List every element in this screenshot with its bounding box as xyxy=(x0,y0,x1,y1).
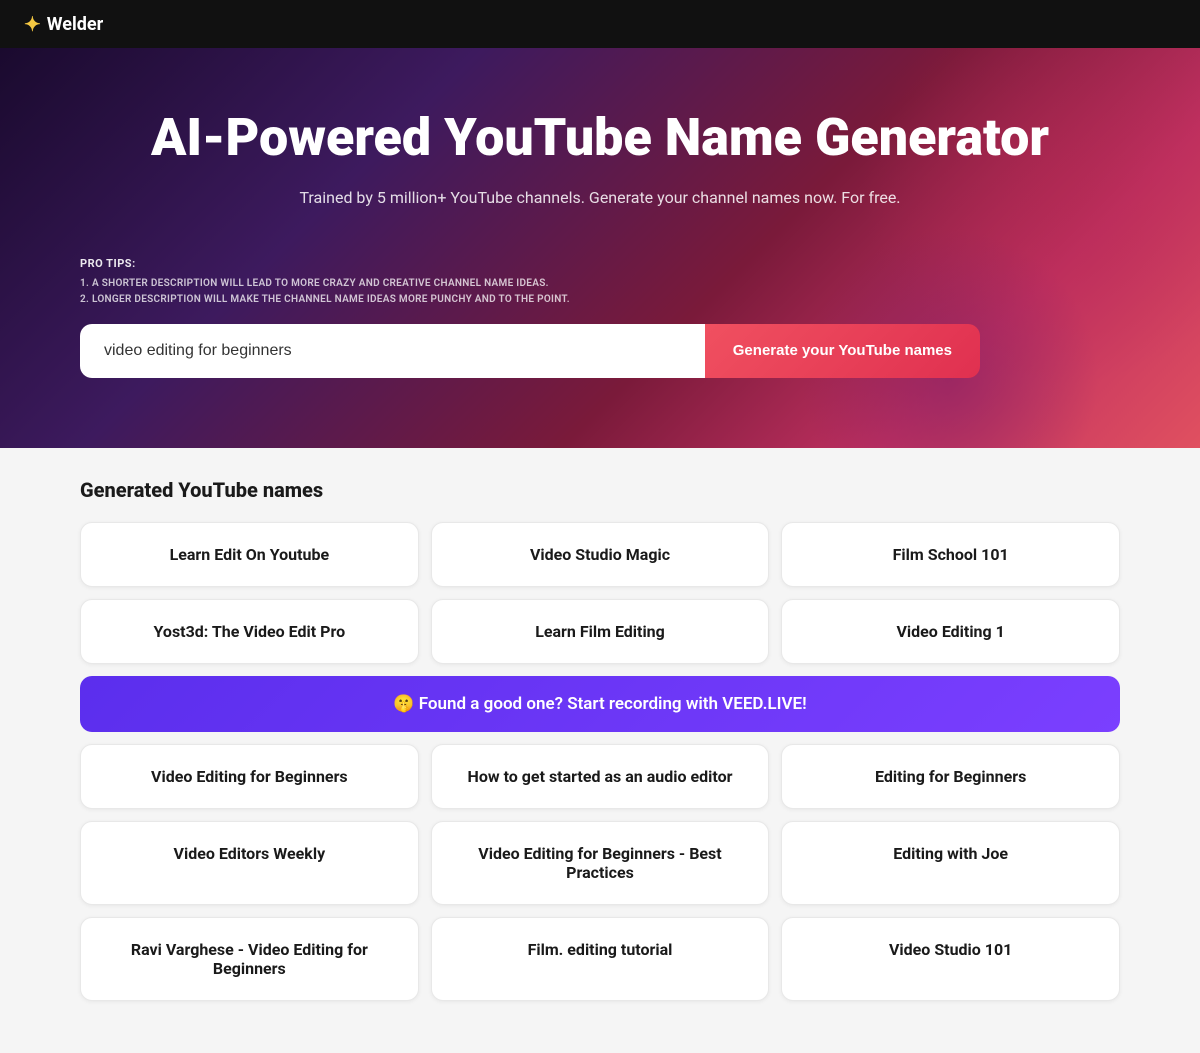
pro-tips: PRO TIPS: 1. A SHORTER DESCRIPTION WILL … xyxy=(80,257,1120,308)
results-section: Generated YouTube names Learn Edit On Yo… xyxy=(0,448,1200,1053)
search-input[interactable] xyxy=(80,324,705,378)
logo: ✦ Welder xyxy=(24,12,103,36)
names-grid-row3: Video Editing for Beginners How to get s… xyxy=(80,744,1120,809)
name-card-6[interactable]: Video Editing 1 xyxy=(781,599,1120,664)
name-card-7[interactable]: Video Editing for Beginners xyxy=(80,744,419,809)
pro-tip-2: 2. LONGER DESCRIPTION WILL MAKE THE CHAN… xyxy=(80,292,1120,308)
generate-button[interactable]: Generate your YouTube names xyxy=(705,324,980,378)
name-card-9[interactable]: Editing for Beginners xyxy=(781,744,1120,809)
name-card-12[interactable]: Editing with Joe xyxy=(781,821,1120,905)
name-card-2[interactable]: Video Studio Magic xyxy=(431,522,770,587)
name-card-15[interactable]: Video Studio 101 xyxy=(781,917,1120,1001)
name-card-10[interactable]: Video Editors Weekly xyxy=(80,821,419,905)
name-card-14[interactable]: Film. editing tutorial xyxy=(431,917,770,1001)
search-row: Generate your YouTube names xyxy=(80,324,980,378)
names-grid-row2: Yost3d: The Video Edit Pro Learn Film Ed… xyxy=(80,599,1120,664)
pro-tips-label: PRO TIPS: xyxy=(80,257,1120,270)
name-card-8[interactable]: How to get started as an audio editor xyxy=(431,744,770,809)
cta-banner[interactable]: 🤫 Found a good one? Start recording with… xyxy=(80,676,1120,732)
names-grid-row4: Video Editors Weekly Video Editing for B… xyxy=(80,821,1120,905)
names-grid-row1: Learn Edit On Youtube Video Studio Magic… xyxy=(80,522,1120,587)
logo-icon: ✦ xyxy=(24,12,41,36)
hero-title: AI-Powered YouTube Name Generator xyxy=(80,108,1120,168)
name-card-5[interactable]: Learn Film Editing xyxy=(431,599,770,664)
header: ✦ Welder xyxy=(0,0,1200,48)
hero-subtitle: Trained by 5 million+ YouTube channels. … xyxy=(80,188,1120,207)
names-grid-row5: Ravi Varghese - Video Editing for Beginn… xyxy=(80,917,1120,1001)
logo-text: Welder xyxy=(47,14,103,35)
hero-section: AI-Powered YouTube Name Generator Traine… xyxy=(0,48,1200,448)
name-card-4[interactable]: Yost3d: The Video Edit Pro xyxy=(80,599,419,664)
name-card-13[interactable]: Ravi Varghese - Video Editing for Beginn… xyxy=(80,917,419,1001)
name-card-3[interactable]: Film School 101 xyxy=(781,522,1120,587)
pro-tip-1: 1. A SHORTER DESCRIPTION WILL LEAD TO MO… xyxy=(80,276,1120,292)
name-card-11[interactable]: Video Editing for Beginners - Best Pract… xyxy=(431,821,770,905)
name-card-1[interactable]: Learn Edit On Youtube xyxy=(80,522,419,587)
results-title: Generated YouTube names xyxy=(80,478,1120,502)
